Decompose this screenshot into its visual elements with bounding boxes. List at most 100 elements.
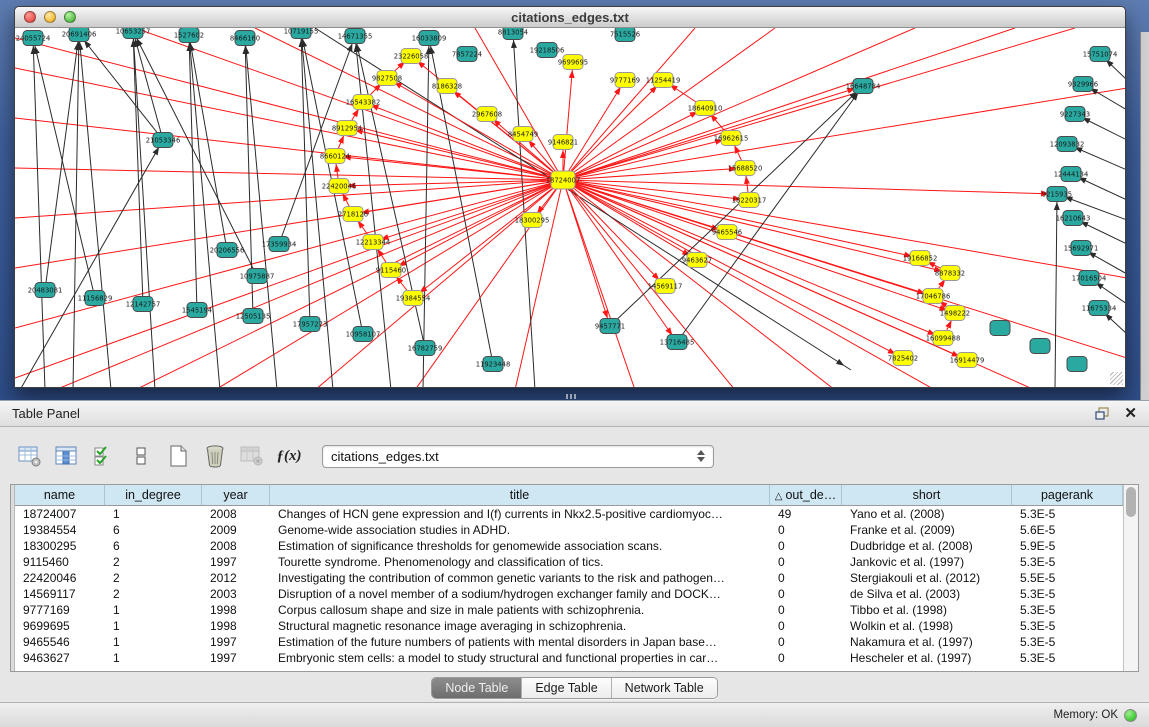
table-cell[interactable]: 1	[105, 602, 202, 618]
table-cell[interactable]: 18724007	[15, 506, 105, 522]
table-cell[interactable]: 5.3E-5	[1012, 506, 1123, 522]
table-row[interactable]: 1938455462009Genome-wide association stu…	[15, 522, 1123, 538]
graph-node[interactable]: 24055724	[16, 31, 51, 46]
graph-node[interactable]: 9215935	[1042, 187, 1072, 202]
table-cell[interactable]: 5.3E-5	[1012, 618, 1123, 634]
table-cell[interactable]: 2	[105, 586, 202, 602]
table-cell[interactable]: Estimation of significance thresholds fo…	[270, 538, 770, 554]
table-cell[interactable]: 0	[770, 618, 842, 634]
table-cell[interactable]: 1997	[202, 554, 270, 570]
table-cell[interactable]: 5.3E-5	[1012, 586, 1123, 602]
graph-node[interactable]: 17016504	[1072, 271, 1107, 286]
column-header-out_de[interactable]: △out_de…	[770, 485, 842, 505]
graph-node[interactable]: 9457771	[595, 319, 625, 334]
column-header-pagerank[interactable]: pagerank	[1012, 485, 1123, 505]
network-canvas[interactable]: 1872400723226058982750816543382891295486…	[15, 28, 1125, 387]
table-cell[interactable]: 5.3E-5	[1012, 634, 1123, 650]
column-header-title[interactable]: title	[270, 485, 770, 505]
table-cell[interactable]: Tibbo et al. (1998)	[842, 602, 1012, 618]
row-selection-icon[interactable]	[90, 442, 118, 470]
graph-node[interactable]: 14569117	[648, 279, 683, 294]
table-cell[interactable]: 0	[770, 538, 842, 554]
graph-node[interactable]: 1545194	[182, 303, 212, 318]
graph-node[interactable]: 15751074	[1083, 47, 1118, 62]
tab-node-table[interactable]: Node Table	[432, 678, 522, 698]
table-cell[interactable]: Corpus callosum shape and size in male p…	[270, 602, 770, 618]
table-cell[interactable]: 1	[105, 634, 202, 650]
graph-node[interactable]: 22420046	[322, 179, 357, 194]
table-cell[interactable]: 2	[105, 570, 202, 586]
function-builder-icon[interactable]: ƒ(x)	[275, 442, 303, 470]
graph-node[interactable]: 16033809	[412, 31, 447, 46]
table-cell[interactable]: 6	[105, 538, 202, 554]
table-cell[interactable]: Jankovic et al. (1997)	[842, 554, 1012, 570]
graph-node[interactable]: 17957273	[293, 317, 328, 332]
graph-node[interactable]: 10975887	[240, 269, 275, 284]
column-visibility-icon[interactable]	[53, 442, 81, 470]
table-cell[interactable]: 0	[770, 634, 842, 650]
table-cell[interactable]: 2	[105, 554, 202, 570]
table-cell[interactable]: de Silva et al. (2003)	[842, 586, 1012, 602]
table-row[interactable]: 969969511998Structural magnetic resonanc…	[15, 618, 1123, 634]
new-column-icon[interactable]	[164, 442, 192, 470]
graph-node-hub[interactable]: 18724007	[546, 171, 581, 189]
table-cell[interactable]: 5.3E-5	[1012, 602, 1123, 618]
table-cell[interactable]: 2008	[202, 506, 270, 522]
table-cell[interactable]: Yano et al. (2008)	[842, 506, 1012, 522]
graph-node[interactable]: 12142757	[126, 297, 161, 312]
table-cell[interactable]: Stergiakouli et al. (2012)	[842, 570, 1012, 586]
table-cell[interactable]: 5.3E-5	[1012, 650, 1123, 666]
graph-node[interactable]: 9465546	[712, 225, 742, 240]
graph-node[interactable]: 16962615	[714, 131, 749, 146]
table-row[interactable]: 911546021997Tourette syndrome. Phenomeno…	[15, 554, 1123, 570]
graph-node[interactable]: 9777169	[610, 73, 640, 88]
table-cell[interactable]: 2008	[202, 538, 270, 554]
graph-node[interactable]: 16782759	[408, 341, 443, 356]
graph-node[interactable]: 9329966	[1068, 77, 1098, 92]
table-cell[interactable]: 5.3E-5	[1012, 554, 1123, 570]
graph-node[interactable]: 1498222	[940, 306, 970, 321]
graph-node[interactable]: 17359934	[262, 237, 297, 252]
table-cell[interactable]: 1	[105, 650, 202, 666]
close-window-button[interactable]	[24, 11, 36, 23]
table-row[interactable]: 1830029562008Estimation of significance …	[15, 538, 1123, 554]
graph-node[interactable]: 13716485	[660, 335, 695, 350]
table-cell[interactable]: Disruption of a novel member of a sodium…	[270, 586, 770, 602]
float-panel-icon[interactable]	[1095, 407, 1110, 420]
close-panel-icon[interactable]: ✕	[1124, 406, 1137, 421]
resize-grip-icon[interactable]	[1110, 372, 1123, 385]
graph-node[interactable]: 15692971	[1064, 241, 1099, 256]
graph-node[interactable]: 2718126	[338, 207, 368, 222]
table-options-icon[interactable]	[16, 442, 44, 470]
graph-node[interactable]: 9699695	[558, 55, 588, 70]
network-view-canvas[interactable]: 1872400723226058982750816543382891295486…	[15, 28, 1125, 387]
table-row[interactable]: 2242004622012Investigating the contribut…	[15, 570, 1123, 586]
graph-node[interactable]: 9827508	[372, 71, 402, 86]
graph-node[interactable]: 20206556	[210, 243, 245, 258]
graph-node[interactable]: 15688520	[728, 161, 763, 176]
graph-node[interactable]: 8186328	[432, 79, 462, 94]
graph-node[interactable]: 11254419	[646, 73, 681, 88]
graph-node[interactable]: 20691406	[62, 28, 97, 42]
graph-node[interactable]: 10653257	[116, 28, 151, 39]
delete-table-icon[interactable]	[201, 442, 229, 470]
table-row[interactable]: 946554611997Estimation of the future num…	[15, 634, 1123, 650]
split-divider-handle[interactable]	[566, 394, 576, 399]
graph-node[interactable]: 12213344	[356, 235, 391, 250]
column-header-year[interactable]: year	[202, 485, 270, 505]
vertical-scrollbar[interactable]	[1123, 485, 1138, 671]
graph-node[interactable]: 8813054	[498, 28, 528, 40]
table-cell[interactable]: 9115460	[15, 554, 105, 570]
graph-node[interactable]: 16210643	[1056, 211, 1091, 226]
table-cell[interactable]: 0	[770, 602, 842, 618]
table-cell[interactable]: 1997	[202, 634, 270, 650]
table-cell[interactable]: 0	[770, 586, 842, 602]
graph-node[interactable]: 18300295	[515, 213, 550, 228]
graph-node[interactable]: 1527602	[174, 28, 204, 43]
graph-node[interactable]: 12505135	[236, 309, 271, 324]
table-cell[interactable]: 9465546	[15, 634, 105, 650]
table-cell[interactable]: 19384554	[15, 522, 105, 538]
table-cell[interactable]: Nakamura et al. (1997)	[842, 634, 1012, 650]
table-cell[interactable]: 49	[770, 506, 842, 522]
table-cell[interactable]: Wolkin et al. (1998)	[842, 618, 1012, 634]
